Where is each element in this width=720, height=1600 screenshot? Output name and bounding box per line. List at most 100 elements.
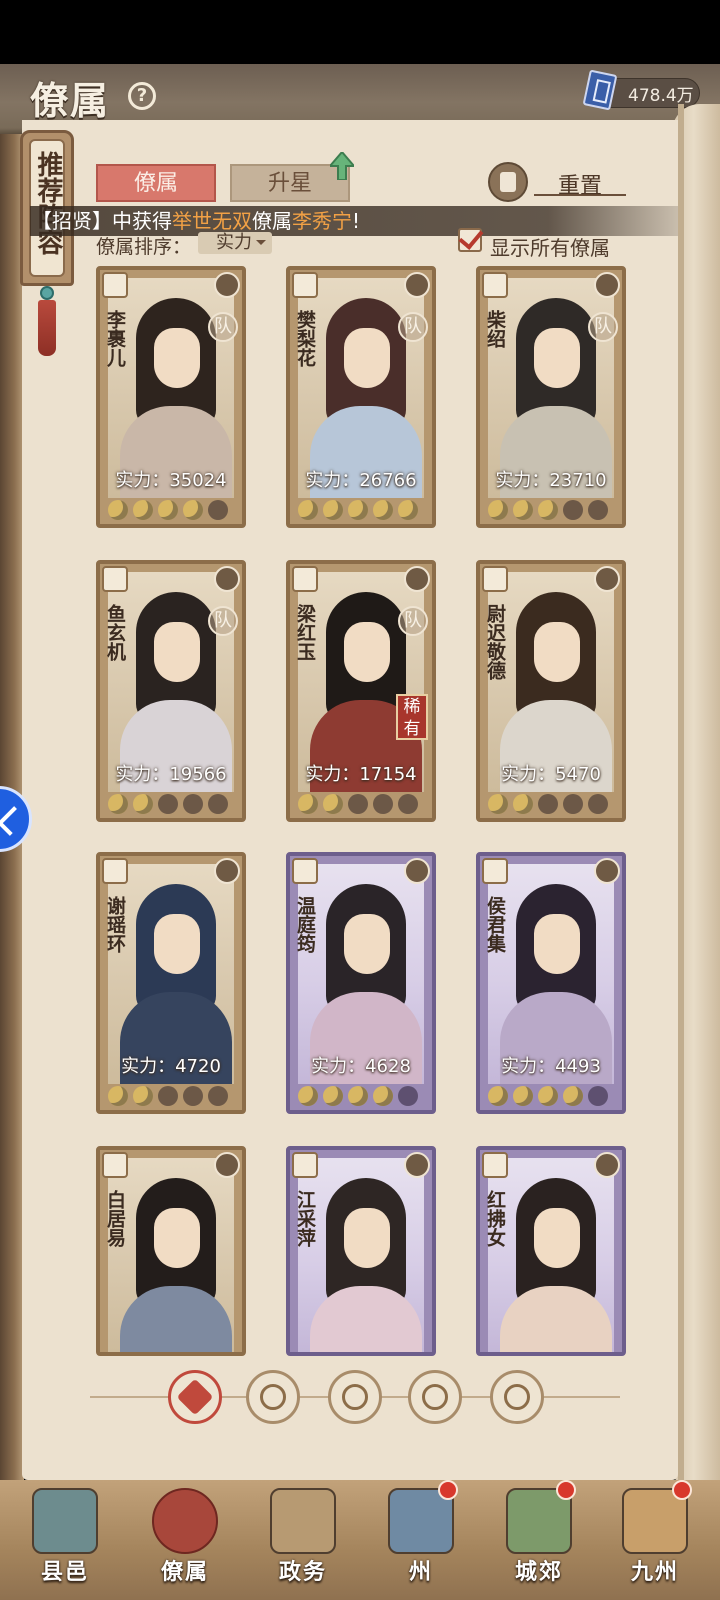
empty-star-icon [588, 1086, 608, 1106]
subordinate-card[interactable]: 鱼玄机 队实力：19566 [96, 560, 246, 822]
notice-highlight-name: 李秀宁 [292, 209, 352, 233]
subordinate-card[interactable]: 红拂女 [476, 1146, 626, 1356]
subordinate-card[interactable]: 柴绍 队实力：23710 [476, 266, 626, 528]
empty-star-icon [183, 794, 203, 814]
subordinate-card[interactable]: 温庭筠 实力：4628 [286, 852, 436, 1114]
moon-star-icon [183, 500, 203, 520]
nav-item[interactable]: 县邑 [10, 1484, 120, 1596]
category-glyph [504, 1384, 530, 1410]
category-glyph [260, 1384, 286, 1410]
subordinate-card[interactable]: 樊梨花 队实力：26766 [286, 266, 436, 528]
empty-star-icon [208, 1086, 228, 1106]
help-circle-icon[interactable]: ? [128, 82, 156, 110]
attribute-icon [404, 858, 430, 884]
upgrade-arrow-icon [330, 152, 354, 180]
empty-star-icon [158, 794, 178, 814]
moon-star-icon [133, 500, 153, 520]
show-all-label[interactable]: 显示所有僚属 [490, 232, 610, 261]
attribute-icon [404, 566, 430, 592]
power-value: 实力：5470 [501, 764, 601, 785]
notification-dot [672, 1480, 692, 1500]
page-title: 僚属 [30, 79, 111, 123]
book-page-edge [672, 104, 720, 1494]
moon-star-icon [538, 500, 558, 520]
star-rating [108, 500, 234, 520]
subordinate-card[interactable]: 李裹儿 队实力：35024 [96, 266, 246, 528]
empty-star-icon [183, 1086, 203, 1106]
faction-badge-icon [482, 858, 508, 884]
lion-icon[interactable] [490, 1370, 544, 1424]
rare-tag: 稀有 [396, 694, 428, 740]
portrait-face [154, 622, 200, 682]
empty-star-icon [538, 794, 558, 814]
show-all-checkbox[interactable] [458, 228, 482, 252]
nav-label: 政务 [278, 1560, 327, 1585]
power-value: 实力：17154 [305, 764, 417, 785]
faction-badge-icon [102, 272, 128, 298]
nav-item[interactable]: 州 [366, 1480, 476, 1596]
portrait-face [534, 914, 580, 974]
moon-star-icon [513, 500, 533, 520]
portrait-image [298, 278, 424, 498]
reset-icon[interactable] [488, 162, 528, 202]
portrait-image [108, 1158, 234, 1352]
power-value: 实力：35024 [115, 470, 227, 491]
subordinate-card[interactable]: 梁红玉 队稀有 实力：17154 [286, 560, 436, 822]
nav-item[interactable]: 僚属 [130, 1484, 240, 1596]
reset-button[interactable]: 重置 [534, 168, 626, 199]
subordinate-card[interactable]: 侯君集 实力：4493 [476, 852, 626, 1114]
notification-dot [438, 1480, 458, 1500]
subordinate-name: 尉迟敬德 [484, 604, 506, 680]
sort-dropdown[interactable]: 实力 [198, 232, 272, 254]
currency-value: 478.4万 [628, 86, 694, 106]
portrait-face [344, 914, 390, 974]
portrait-face [344, 622, 390, 682]
subordinate-card[interactable]: 白居易 [96, 1146, 246, 1356]
moon-star-icon [538, 1086, 558, 1106]
gourd-icon[interactable] [328, 1370, 382, 1424]
empty-star-icon [588, 500, 608, 520]
moon-star-icon [323, 794, 343, 814]
fan-icon[interactable] [408, 1370, 462, 1424]
subordinate-name: 梁红玉 [294, 604, 316, 661]
portrait-image [488, 572, 614, 792]
portrait-image [488, 278, 614, 498]
attribute-icon [594, 272, 620, 298]
attribute-icon [594, 1152, 620, 1178]
faction-badge-icon [292, 272, 318, 298]
faction-badge-icon [292, 1152, 318, 1178]
bell-hat-icon[interactable] [246, 1370, 300, 1424]
subordinate-card[interactable]: 谢瑶环 实力：4720 [96, 852, 246, 1114]
subordinate-name: 白居易 [104, 1190, 126, 1247]
knot-icon [40, 286, 54, 300]
all-categories-icon[interactable] [168, 1370, 222, 1424]
moon-star-icon [513, 794, 533, 814]
subordinate-name: 江采萍 [294, 1190, 316, 1247]
nav-item[interactable]: 九州 [600, 1480, 710, 1596]
portrait-face [344, 1208, 390, 1268]
faction-badge-icon [292, 566, 318, 592]
app-root: 僚属 ? 478.4万 推荐阵容 僚属 升星 重置 【招贤】中获得举世无双僚属李… [0, 0, 720, 1600]
attribute-icon [594, 858, 620, 884]
category-glyph [176, 1378, 214, 1416]
tab-subordinates[interactable]: 僚属 [96, 164, 216, 202]
portrait-image [108, 278, 234, 498]
empty-star-icon [158, 1086, 178, 1106]
subordinate-name: 樊梨花 [294, 310, 316, 367]
nav-item[interactable]: 政务 [248, 1484, 358, 1596]
category-glyph [422, 1384, 448, 1410]
empty-star-icon [208, 500, 228, 520]
subordinate-card[interactable]: 江采萍 [286, 1146, 436, 1356]
power-value: 实力：26766 [305, 470, 417, 491]
power-value: 实力：4628 [311, 1056, 411, 1077]
nav-item[interactable]: 城郊 [484, 1480, 594, 1596]
nav-label: 僚属 [160, 1560, 209, 1585]
subordinate-card[interactable]: 尉迟敬德实力：5470 [476, 560, 626, 822]
portrait-face [534, 622, 580, 682]
empty-star-icon [563, 794, 583, 814]
moon-star-icon [348, 500, 368, 520]
notice-highlight-title: 举世无双 [172, 209, 252, 233]
attribute-icon [214, 272, 240, 298]
star-rating [488, 794, 614, 814]
empty-star-icon [208, 794, 228, 814]
